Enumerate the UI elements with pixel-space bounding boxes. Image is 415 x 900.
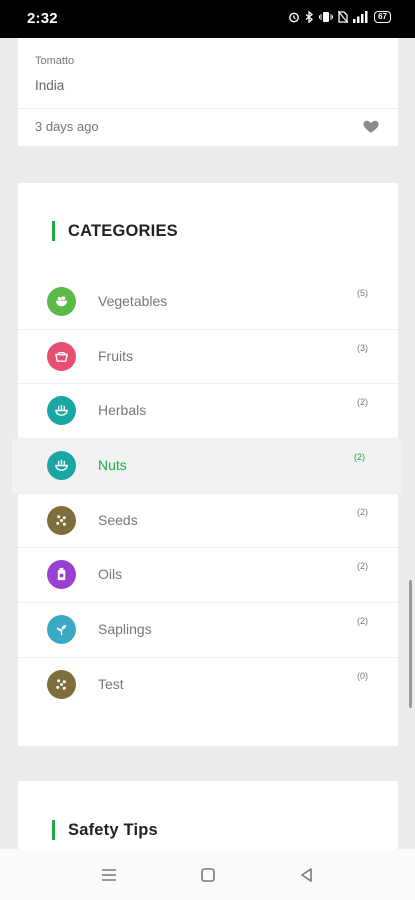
- alarm-icon: [289, 12, 299, 23]
- category-count: (2): [357, 397, 368, 408]
- vibrate-icon: [319, 12, 334, 22]
- category-count: (0): [357, 670, 368, 681]
- category-count: (3): [357, 342, 368, 353]
- categories-title: CATEGORIES: [68, 221, 178, 240]
- category-item-herbals[interactable]: Herbals (2): [18, 384, 398, 440]
- category-count: (5): [357, 288, 368, 298]
- heading-accent-bar: [52, 820, 55, 840]
- listing-product: Tomatto: [35, 55, 75, 67]
- categories-card: CATEGORIES Vegetables (5) Fruits (3) Her…: [12, 183, 401, 746]
- category-item-seeds[interactable]: Seeds (2): [18, 494, 398, 549]
- category-item-vegetables[interactable]: Vegetables (5): [18, 275, 398, 330]
- category-item-test[interactable]: Test (0): [18, 658, 398, 713]
- category-item-nuts[interactable]: Nuts (2): [12, 439, 401, 494]
- test-icon: [47, 669, 76, 699]
- oils-icon: [47, 560, 76, 590]
- menu-icon[interactable]: [98, 864, 120, 886]
- no-sim-icon: [338, 11, 349, 23]
- bluetooth-icon: [305, 11, 314, 23]
- category-label: Seeds: [98, 511, 138, 528]
- safety-title: Safety Tips: [68, 820, 158, 839]
- categories-heading: CATEGORIES: [52, 221, 178, 241]
- category-label: Vegetables: [98, 293, 168, 309]
- category-count: (2): [357, 616, 368, 627]
- fruits-icon: [47, 341, 76, 371]
- heading-accent-bar: [52, 221, 55, 241]
- nuts-icon: [47, 451, 76, 481]
- safety-heading: Safety Tips: [52, 820, 158, 840]
- category-item-oils[interactable]: Oils (2): [18, 548, 398, 604]
- herbals-icon: [47, 396, 76, 426]
- heart-icon[interactable]: [362, 117, 380, 135]
- back-icon[interactable]: [296, 864, 318, 886]
- listing-card[interactable]: Tomatto India 3 days ago: [18, 38, 398, 146]
- listing-country: India: [35, 78, 65, 93]
- category-count: (2): [357, 506, 368, 517]
- status-icons: 67: [288, 11, 391, 23]
- category-label: Herbals: [98, 402, 147, 419]
- category-list: Vegetables (5) Fruits (3) Herbals (2) Nu…: [12, 275, 401, 713]
- home-icon[interactable]: [197, 864, 219, 886]
- navigation-bar: [0, 849, 415, 900]
- scrollbar[interactable]: [409, 580, 412, 708]
- category-count: (2): [354, 452, 365, 463]
- category-label: Oils: [98, 566, 123, 583]
- status-time: 2:32: [27, 10, 58, 27]
- category-item-fruits[interactable]: Fruits (3): [18, 330, 398, 385]
- category-label: Nuts: [98, 457, 127, 474]
- category-label: Saplings: [98, 621, 152, 638]
- listing-age: 3 days ago: [35, 119, 99, 134]
- seeds-icon: [47, 505, 76, 535]
- signal-icon: [353, 11, 368, 23]
- category-label: Fruits: [98, 347, 133, 364]
- saplings-icon: [47, 615, 76, 645]
- safety-tips-card: Safety Tips: [18, 781, 398, 851]
- category-count: (2): [357, 561, 368, 572]
- divider: [18, 108, 398, 109]
- vegetables-icon: [47, 287, 76, 316]
- battery-icon: 67: [374, 11, 391, 23]
- category-label: Test: [98, 675, 124, 692]
- category-item-saplings[interactable]: Saplings (2): [18, 603, 398, 658]
- status-bar: 2:32 67: [0, 0, 415, 38]
